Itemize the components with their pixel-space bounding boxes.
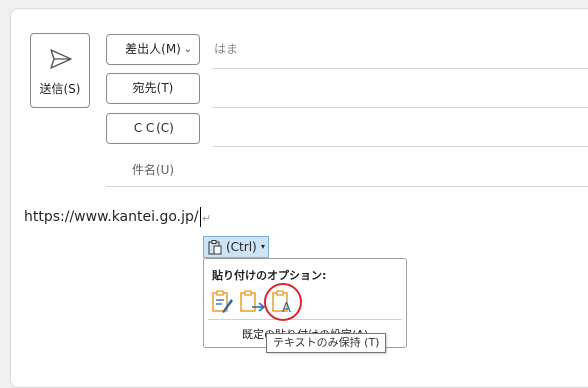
highlight-circle	[264, 283, 302, 321]
paste-options-title: 貼り付けのオプション:	[212, 269, 327, 282]
from-value: はま	[214, 42, 239, 56]
paragraph-mark: ↵	[202, 212, 212, 225]
merge-formatting-option[interactable]	[238, 289, 266, 315]
paste-options-ctrl-label: (Ctrl)	[226, 240, 257, 254]
tooltip: テキストのみ保持 (T)	[266, 333, 387, 353]
cc-field-underline[interactable]	[212, 146, 588, 147]
from-label: 差出人(M)	[125, 42, 181, 56]
to-label: 宛先(T)	[132, 81, 174, 95]
cc-button[interactable]: ＣＣ(C)	[106, 113, 200, 144]
send-button[interactable]: 送信(S)	[30, 33, 90, 108]
send-icon	[50, 49, 72, 69]
subject-field-underline[interactable]	[106, 186, 588, 187]
merge-formatting-icon	[240, 290, 266, 312]
popup-separator	[208, 319, 402, 320]
to-field-underline[interactable]	[212, 107, 588, 108]
dropdown-arrow-icon: ▾	[260, 242, 265, 251]
send-label: 送信(S)	[39, 82, 81, 96]
keep-source-formatting-icon	[212, 290, 233, 313]
to-button[interactable]: 宛先(T)	[106, 73, 200, 104]
subject-label: 件名(U)	[131, 163, 175, 177]
chevron-down-icon: ⌄	[183, 44, 192, 55]
keep-source-formatting-option[interactable]	[210, 289, 234, 315]
text-cursor	[200, 207, 201, 227]
paste-options-button[interactable]: (Ctrl) ▾	[203, 236, 269, 258]
clipboard-icon	[208, 240, 222, 255]
message-body-text[interactable]: https://www.kantei.go.jp/	[24, 209, 199, 225]
from-button[interactable]: 差出人(M) ⌄	[106, 34, 200, 65]
from-divider	[212, 68, 588, 69]
cc-label: ＣＣ(C)	[132, 121, 174, 135]
